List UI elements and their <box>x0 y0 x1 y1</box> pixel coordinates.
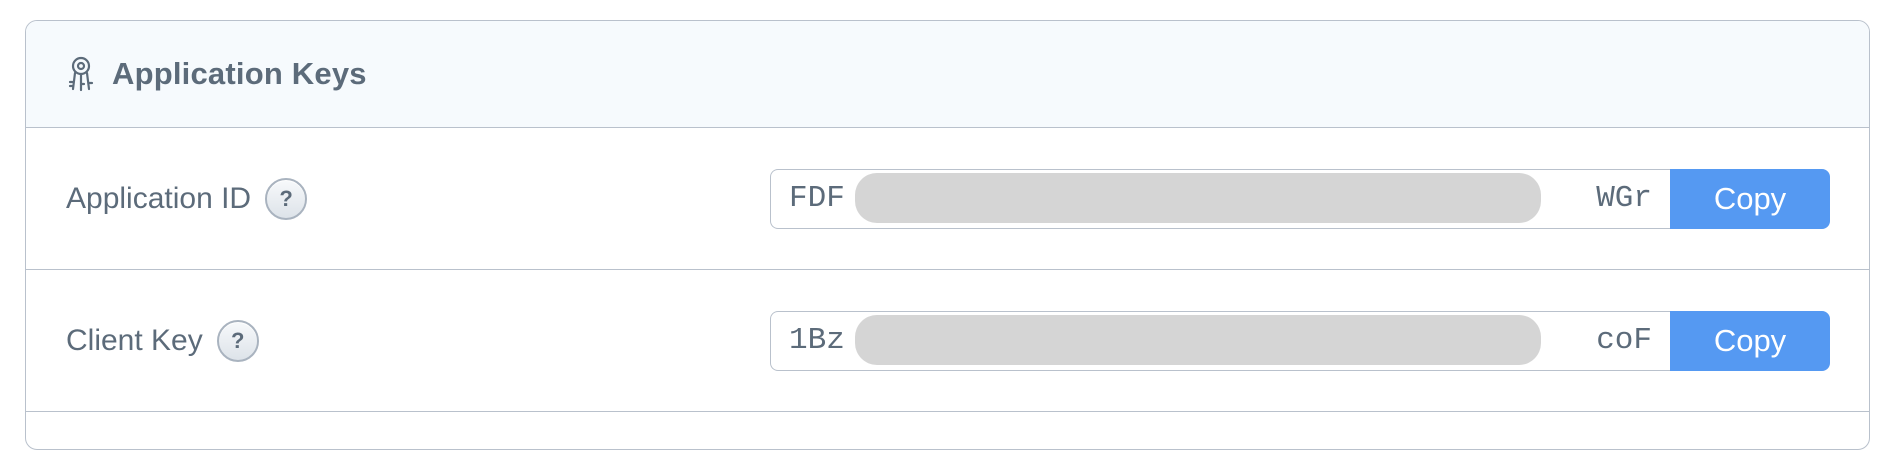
help-icon[interactable]: ? <box>216 319 259 362</box>
application-id-key-group: FDF WGr Copy <box>770 168 1830 229</box>
keys-icon <box>66 55 96 93</box>
client-key-row: Client Key ? 1Bz coF Copy <box>26 270 1869 412</box>
application-id-field[interactable]: FDF WGr <box>770 168 1670 229</box>
key-value-start: FDF <box>789 181 845 216</box>
help-icon[interactable]: ? <box>265 177 308 220</box>
client-key-field[interactable]: 1Bz coF <box>770 310 1670 371</box>
key-value-end: WGr <box>1596 181 1652 216</box>
application-keys-panel: Application Keys Application ID ? FDF WG… <box>25 20 1870 450</box>
panel-header: Application Keys <box>26 21 1869 128</box>
key-value-end: coF <box>1596 323 1652 358</box>
application-id-label-wrap: Application ID ? <box>66 128 308 269</box>
redaction-overlay <box>855 314 1541 365</box>
key-value-start: 1Bz <box>789 323 845 358</box>
copy-client-key-button[interactable]: Copy <box>1670 310 1830 371</box>
panel-title: Application Keys <box>112 56 367 91</box>
copy-application-id-button[interactable]: Copy <box>1670 168 1830 229</box>
redaction-overlay <box>855 172 1541 223</box>
client-key-label: Client Key <box>66 323 203 357</box>
client-key-key-group: 1Bz coF Copy <box>770 310 1830 371</box>
application-id-row: Application ID ? FDF WGr Copy <box>26 128 1869 270</box>
client-key-label-wrap: Client Key ? <box>66 270 259 411</box>
application-id-label: Application ID <box>66 181 252 215</box>
